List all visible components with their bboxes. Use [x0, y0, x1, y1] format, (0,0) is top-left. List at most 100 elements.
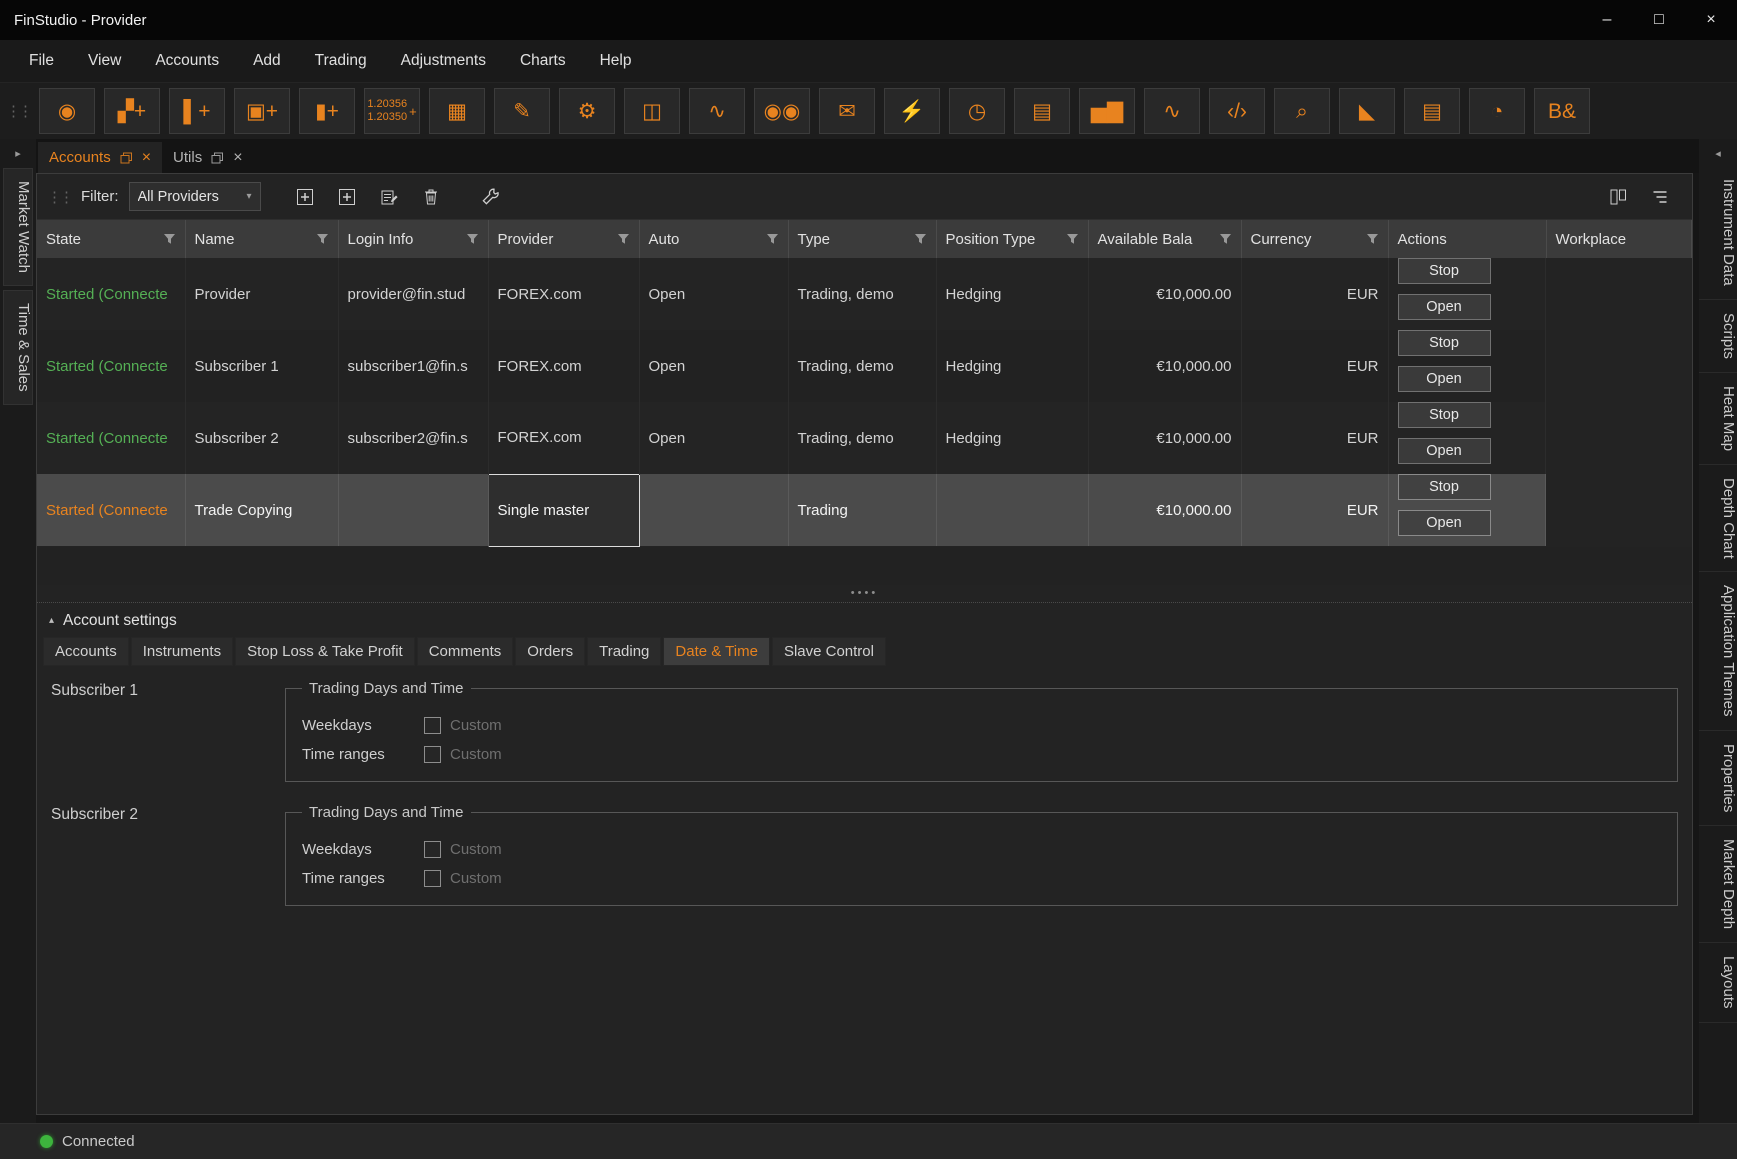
line-chart-icon[interactable]: ∿ — [689, 88, 745, 134]
account-settings-header[interactable]: ▴ Account settings — [37, 603, 1692, 637]
settings-tab-trading[interactable]: Trading — [587, 637, 661, 666]
minimize-button[interactable]: – — [1581, 0, 1633, 40]
delete-trash-button[interactable] — [415, 182, 447, 212]
open-workplace-button[interactable]: Open — [1398, 438, 1491, 464]
col-workplace[interactable]: Workplace — [1546, 220, 1692, 258]
filter-funnel-icon[interactable] — [163, 233, 176, 245]
horizontal-splitter[interactable]: •••• — [37, 585, 1692, 603]
settings-gear-icon[interactable]: ⚙ — [559, 88, 615, 134]
tab-accounts[interactable]: Accounts × — [38, 142, 162, 173]
code-icon[interactable]: ‹/› — [1209, 88, 1265, 134]
scheduler-icon[interactable]: ◷ — [949, 88, 1005, 134]
table-row-trade-copying[interactable]: Started (Connecte Trade Copying Single m… — [37, 474, 1692, 546]
stop-button[interactable]: Stop — [1398, 474, 1491, 500]
col-currency[interactable]: Currency — [1241, 220, 1388, 258]
org-chart-icon[interactable]: ◫ — [624, 88, 680, 134]
filter-funnel-icon[interactable] — [1066, 233, 1079, 245]
stop-button[interactable]: Stop — [1398, 330, 1491, 356]
dock-item-application-themes[interactable]: Application Themes — [1699, 572, 1737, 730]
filter-funnel-icon[interactable] — [914, 233, 927, 245]
columns-add-icon[interactable]: ▮+ — [299, 88, 355, 134]
user-account-icon[interactable]: ◉ — [39, 88, 95, 134]
report-settings-icon[interactable]: ▤ — [1404, 88, 1460, 134]
trend-chart-icon[interactable]: ∿ — [1144, 88, 1200, 134]
float-window-icon[interactable] — [211, 152, 224, 164]
chart-add-icon[interactable]: ▞+ — [104, 88, 160, 134]
tools-wrench-button[interactable] — [475, 182, 507, 212]
dock-item-heat-map[interactable]: Heat Map — [1699, 373, 1737, 465]
col-auto[interactable]: Auto — [639, 220, 788, 258]
close-button[interactable]: × — [1685, 0, 1737, 40]
tab-utils[interactable]: Utils × — [162, 142, 254, 173]
settings-tab-accounts[interactable]: Accounts — [43, 637, 129, 666]
menu-file[interactable]: File — [12, 40, 71, 82]
table-row-provider[interactable]: Started (Connecte Provider provider@fin.… — [37, 258, 1692, 330]
invoice-icon[interactable]: ▤ — [1014, 88, 1070, 134]
settings-tab-slave-control[interactable]: Slave Control — [772, 637, 886, 666]
timer-info-icon[interactable]: ◔ — [1469, 88, 1525, 134]
settings-tab-comments[interactable]: Comments — [417, 637, 514, 666]
dock-tab-market-watch[interactable]: Market Watch — [3, 168, 33, 286]
group-panel-button[interactable] — [1644, 182, 1676, 212]
filter-funnel-icon[interactable] — [316, 233, 329, 245]
open-workplace-button[interactable]: Open — [1398, 510, 1491, 536]
dock-item-instrument-data[interactable]: Instrument Data — [1699, 166, 1737, 300]
filter-funnel-icon[interactable] — [766, 233, 779, 245]
col-state[interactable]: State — [37, 220, 185, 258]
alerts-icon[interactable]: ✉ — [819, 88, 875, 134]
dock-item-layouts[interactable]: Layouts — [1699, 943, 1737, 1023]
dock-item-scripts[interactable]: Scripts — [1699, 300, 1737, 373]
stop-button[interactable]: Stop — [1398, 258, 1491, 284]
col-login-info[interactable]: Login Info — [338, 220, 488, 258]
menu-add[interactable]: Add — [236, 40, 298, 82]
menu-accounts[interactable]: Accounts — [138, 40, 236, 82]
settings-tab-instruments[interactable]: Instruments — [131, 637, 233, 666]
volume-chart-icon[interactable]: ▅▇ — [1079, 88, 1135, 134]
table-row-subscriber-1[interactable]: Started (Connecte Subscriber 1 subscribe… — [37, 330, 1692, 402]
right-collapse-icon[interactable]: ◂ — [1715, 139, 1721, 166]
filter-funnel-icon[interactable] — [1219, 233, 1232, 245]
close-icon[interactable]: × — [233, 150, 242, 166]
window-add-icon[interactable]: ▣+ — [234, 88, 290, 134]
edit-note-button[interactable] — [373, 182, 405, 212]
col-provider[interactable]: Provider — [488, 220, 639, 258]
users-network-icon[interactable]: ◉◉ — [754, 88, 810, 134]
cell-provider-single-master[interactable]: Single master — [488, 474, 639, 546]
menu-trading[interactable]: Trading — [298, 40, 384, 82]
col-type[interactable]: Type — [788, 220, 936, 258]
dock-item-depth-chart[interactable]: Depth Chart — [1699, 465, 1737, 573]
col-actions[interactable]: Actions — [1388, 220, 1546, 258]
menu-adjustments[interactable]: Adjustments — [384, 40, 503, 82]
filterbar-grip-icon[interactable]: ⋮⋮ — [47, 188, 71, 206]
maximize-button[interactable]: □ — [1633, 0, 1685, 40]
stop-button[interactable]: Stop — [1398, 402, 1491, 428]
filter-funnel-icon[interactable] — [466, 233, 479, 245]
float-window-icon[interactable] — [120, 152, 133, 164]
quote-board-add-icon[interactable]: 1.20356 1.20350 + — [364, 88, 420, 134]
col-available-balance[interactable]: Available Bala — [1088, 220, 1241, 258]
menu-help[interactable]: Help — [583, 40, 649, 82]
processor-icon[interactable]: ⚡ — [884, 88, 940, 134]
close-icon[interactable]: × — [142, 150, 151, 166]
notes-icon[interactable]: ✎ — [494, 88, 550, 134]
search-data-icon[interactable]: ⌕ — [1274, 88, 1330, 134]
add-account-button[interactable] — [289, 182, 321, 212]
time-ranges-custom-checkbox[interactable] — [424, 746, 441, 763]
filter-funnel-icon[interactable] — [617, 233, 630, 245]
col-name[interactable]: Name — [185, 220, 338, 258]
settings-tab-stop-loss-take-profit[interactable]: Stop Loss & Take Profit — [235, 637, 415, 666]
provider-filter-dropdown[interactable]: All Providers ▾ — [129, 182, 261, 211]
add-item-button[interactable] — [331, 182, 363, 212]
settings-tab-date-time[interactable]: Date & Time — [663, 637, 770, 666]
collapse-arrow-icon[interactable]: ▴ — [49, 615, 54, 626]
toolbar-grip-icon[interactable]: ⋮⋮ — [6, 102, 30, 120]
filter-funnel-icon[interactable] — [1366, 233, 1379, 245]
time-ranges-custom-checkbox[interactable] — [424, 870, 441, 887]
column-chooser-button[interactable] — [1602, 182, 1634, 212]
open-workplace-button[interactable]: Open — [1398, 366, 1491, 392]
dock-item-properties[interactable]: Properties — [1699, 731, 1737, 826]
grid-icon[interactable]: ▦ — [429, 88, 485, 134]
menu-view[interactable]: View — [71, 40, 138, 82]
open-workplace-button[interactable]: Open — [1398, 294, 1491, 320]
dock-tab-time-and-sales[interactable]: Time & Sales — [3, 290, 33, 405]
